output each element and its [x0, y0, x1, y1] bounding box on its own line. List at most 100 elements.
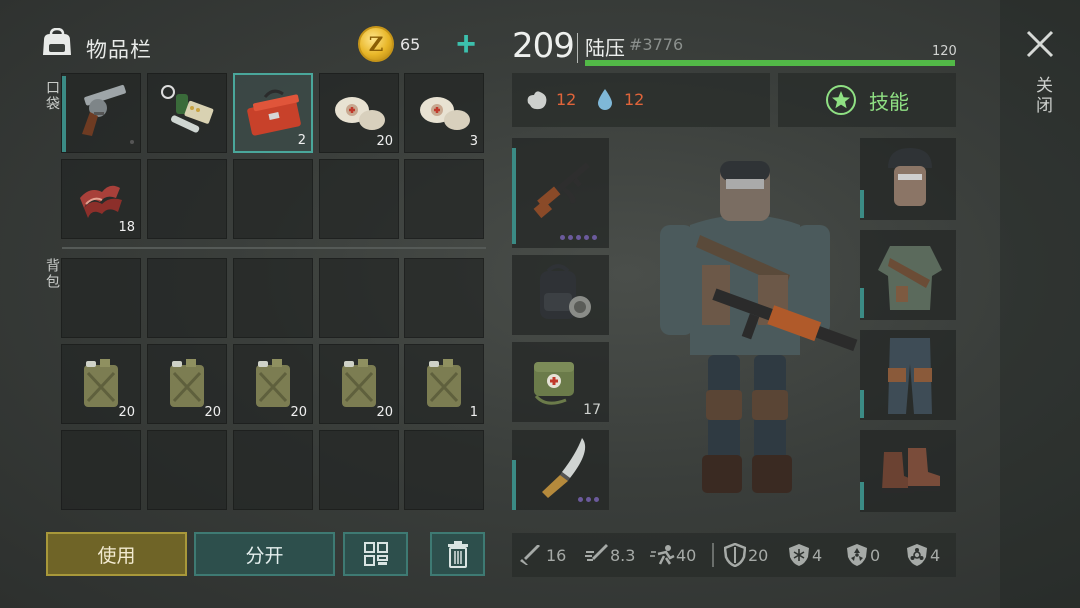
pocket-slot-1[interactable]	[61, 73, 141, 153]
player-id: #3776	[629, 35, 684, 54]
bandage-icon	[335, 97, 385, 130]
slot-highlight-bar	[860, 288, 864, 318]
item-count: 17	[583, 402, 601, 418]
item-count: 20	[290, 405, 307, 420]
rarity-pip	[586, 497, 591, 502]
pocket-slot-3[interactable]: 2	[233, 73, 313, 153]
jacket-icon	[878, 246, 942, 310]
rarity-pips	[578, 497, 599, 502]
rarity-pip	[578, 497, 583, 502]
armor-value: 20	[748, 546, 769, 565]
rarity-pip	[584, 235, 589, 240]
pocket-slot-9[interactable]	[319, 159, 399, 239]
backpack-slot-5[interactable]	[404, 258, 484, 338]
backpack-slot-6[interactable]: 20	[61, 344, 141, 424]
pants-icon	[888, 338, 932, 414]
coin-icon: Z	[358, 26, 394, 62]
stats-separator	[712, 543, 714, 567]
rarity-pip	[592, 235, 597, 240]
toolbox-icon	[247, 89, 301, 136]
trash-icon	[447, 541, 468, 568]
pocket-slot-4[interactable]: 20	[319, 73, 399, 153]
split-button[interactable]: 分开	[194, 532, 335, 576]
item-count: 18	[118, 220, 135, 235]
leg-armor-slot[interactable]	[860, 330, 956, 420]
pocket-slot-5[interactable]: 3	[404, 73, 484, 153]
attack-speed-icon	[585, 544, 608, 561]
cold-resist-value: 4	[812, 546, 823, 565]
cold-resist-icon	[789, 544, 809, 566]
backpack-equip-slot[interactable]	[512, 255, 609, 335]
use-button[interactable]: 使用	[46, 532, 187, 576]
rarity-pip	[594, 497, 599, 502]
pocket-slot-10[interactable]	[404, 159, 484, 239]
survival-stats-panel: 12 12	[512, 73, 770, 127]
move-speed-value: 40	[676, 546, 697, 565]
fuel-can-icon	[256, 359, 290, 407]
bacon-icon	[80, 185, 122, 218]
melee-damage-value: 16	[546, 546, 567, 565]
melee-weapon-slot[interactable]	[512, 430, 609, 510]
weapon-slot-primary[interactable]	[512, 138, 609, 248]
body-armor-slot[interactable]	[860, 230, 956, 320]
xp-bar-fill	[585, 60, 955, 66]
combat-stats-bar: 16 8.3 40 20 4 0 4	[512, 533, 956, 577]
revolver-icon	[82, 84, 126, 136]
sort-button[interactable]	[343, 532, 408, 576]
slot-highlight-bar	[860, 390, 864, 418]
head-armor-slot[interactable]	[860, 138, 956, 220]
skills-button[interactable]: 技能	[778, 73, 956, 127]
machete-icon	[542, 438, 586, 498]
helmet-icon	[888, 148, 932, 206]
feet-armor-slot[interactable]	[860, 430, 956, 512]
slot-highlight-bar	[512, 460, 516, 510]
slot-highlight-bar	[512, 148, 516, 244]
backpack-slot-9[interactable]: 20	[319, 344, 399, 424]
bandage-icon	[420, 97, 470, 130]
thirst-value: 12	[624, 90, 645, 109]
header-separator	[577, 33, 578, 63]
rarity-pip	[576, 235, 581, 240]
slot-highlight-bar	[62, 76, 66, 152]
pocket-slot-7[interactable]	[147, 159, 227, 239]
backpack-slot-12[interactable]	[147, 430, 227, 510]
item-count: 20	[204, 405, 221, 420]
melee-damage-icon	[520, 545, 540, 565]
medical-bag-icon	[534, 362, 574, 405]
radiation-resist-value: 0	[870, 546, 881, 565]
pocket-slot-2[interactable]	[147, 73, 227, 153]
close-icon[interactable]	[1020, 24, 1060, 64]
character-model	[660, 161, 858, 493]
pocket-slot-8[interactable]	[233, 159, 313, 239]
backpack-slot-7[interactable]: 20	[147, 344, 227, 424]
add-coins-button[interactable]: +	[448, 26, 484, 62]
backpack-icon	[43, 28, 71, 55]
boots-icon	[882, 448, 940, 493]
backpack-slot-4[interactable]	[319, 258, 399, 338]
armor-shield-icon	[724, 543, 746, 567]
backpack-slot-1[interactable]	[61, 258, 141, 338]
backpack-slot-14[interactable]	[319, 430, 399, 510]
player-level: 209	[512, 26, 575, 66]
item-count: 20	[376, 405, 393, 420]
rarity-pip	[560, 235, 565, 240]
backpack-slot-15[interactable]	[404, 430, 484, 510]
backpack-slot-11[interactable]	[61, 430, 141, 510]
player-name: 陆压	[585, 36, 625, 60]
running-icon	[650, 545, 675, 565]
toxic-resist-value: 4	[930, 546, 941, 565]
medical-equip-slot[interactable]: 17	[512, 342, 609, 422]
slot-indicator-dot	[130, 140, 134, 144]
close-label[interactable]: 关闭	[1030, 76, 1055, 116]
item-count: 20	[118, 405, 135, 420]
backpack-slot-2[interactable]	[147, 258, 227, 338]
pocket-slot-6[interactable]: 18	[61, 159, 141, 239]
backpack-slot-13[interactable]	[233, 430, 313, 510]
radiation-resist-icon	[847, 544, 867, 566]
backpack-slot-8[interactable]: 20	[233, 344, 313, 424]
discard-button[interactable]	[430, 532, 485, 576]
backpack-slot-10[interactable]: 1	[404, 344, 484, 424]
backpack-slot-3[interactable]	[233, 258, 313, 338]
slot-highlight-bar	[860, 482, 864, 510]
item-count: 20	[376, 134, 393, 149]
